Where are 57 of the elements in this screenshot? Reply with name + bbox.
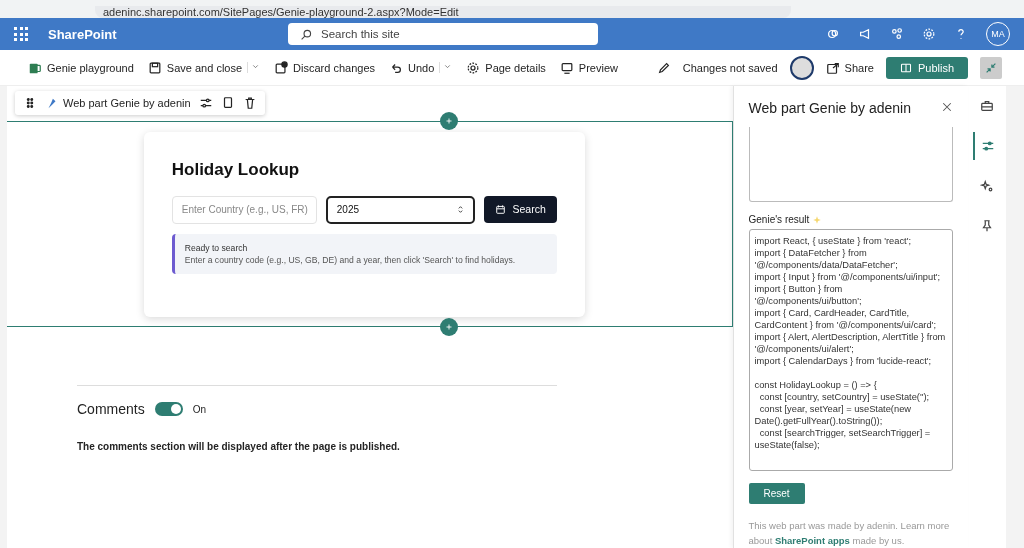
command-button[interactable]: Discard changes xyxy=(274,60,375,75)
app-name[interactable]: SharePoint xyxy=(48,26,288,42)
save-icon xyxy=(147,60,162,75)
share-nodes-icon xyxy=(890,27,904,41)
search-field[interactable]: Search this site xyxy=(288,23,598,45)
command-button[interactable]: Undo xyxy=(389,60,453,75)
app-launcher-icon[interactable] xyxy=(14,27,28,41)
search-icon xyxy=(300,27,313,41)
footer-text: This web part was made by adenin. Learn more about SharePoint apps made by us. xyxy=(748,519,951,548)
preview-icon xyxy=(559,60,574,75)
book-icon xyxy=(899,61,912,74)
command-button[interactable]: Genie playground xyxy=(28,60,134,75)
search-button[interactable]: Search xyxy=(484,195,557,223)
result-code-field[interactable]: import React, { useState } from 'react'; import { DataFetcher } from '@/components/data/DataFetcher'; import { Input } from '@/components/ui/input'; import { Button } from '@/components/ui/button'; import { Card, CardHeader, CardTitle, CardContent } from '@/components/ui/card'; import { Alert, AlertDescription, AlertTitle } from '@/components/ui/alert'; import { CalendarDays } from 'lucide-react'; const HolidayLookup = () => { const [country, setCountry] = useState(''); const [year, setYear] = useState(new Date().getFullYear().toString()); const [searchTrigger, setSearchTrigger] = useState(false); xyxy=(748,229,953,471)
caret-icon xyxy=(251,62,261,71)
caret-icon xyxy=(443,62,453,71)
share-button[interactable]: Share xyxy=(825,60,874,75)
webpart-selector[interactable]: Web part Genie by adenin xyxy=(45,96,191,110)
command-button[interactable]: Save and close xyxy=(147,60,261,75)
year-field[interactable]: 2025 xyxy=(325,195,476,224)
result-label: Genie's result xyxy=(748,214,810,225)
discard-icon xyxy=(274,60,289,75)
sliders-icon xyxy=(198,96,213,110)
sparkle-icon xyxy=(979,179,994,193)
calendar-icon xyxy=(495,203,507,215)
add-section-button[interactable] xyxy=(440,318,458,336)
alert-title: Ready to search xyxy=(184,242,249,253)
toggle-label: On xyxy=(192,403,207,415)
chat-icon xyxy=(826,27,840,41)
command-button[interactable]: Page details xyxy=(466,60,546,75)
alert-text: Enter a country code (e.g., US, GB, DE) and a year, then click 'Search' to find holidays. xyxy=(184,254,517,265)
pane-title: Web part Genie by adenin xyxy=(748,99,911,116)
comments-heading: Comments xyxy=(77,401,145,417)
collapse-button[interactable] xyxy=(980,56,1002,79)
prompt-field[interactable] xyxy=(748,127,953,202)
card-title: Holiday Lookup xyxy=(171,159,301,180)
add-section-button[interactable] xyxy=(440,112,458,130)
comments-toggle[interactable] xyxy=(154,402,183,416)
comments-note: The comments section will be displayed after the page is published. xyxy=(77,441,401,452)
gear-icon xyxy=(466,60,481,75)
sharepoint-apps-link[interactable]: SharePoint apps xyxy=(774,535,850,546)
save-status: Changes not saved xyxy=(682,61,778,74)
reset-button[interactable]: Reset xyxy=(748,483,805,504)
profile-picture[interactable] xyxy=(789,55,814,80)
publish-button[interactable]: Publish xyxy=(885,56,968,79)
country-field[interactable]: Enter Country (e.g., US, FR) xyxy=(171,195,317,224)
briefcase-icon xyxy=(979,99,994,113)
share-icon xyxy=(825,60,840,75)
sliders-icon xyxy=(980,139,995,153)
settings-icon xyxy=(922,27,936,41)
command-button[interactable]: Preview xyxy=(559,60,618,75)
url-text: adeninc.sharepoint.com/SitePages/Genie-playground-2.aspx?Mode=Edit xyxy=(95,6,791,18)
plus-icon xyxy=(444,322,454,332)
close-icon xyxy=(940,101,953,114)
pencil-icon xyxy=(656,60,671,75)
megaphone-icon xyxy=(858,27,872,41)
plus-icon xyxy=(444,116,454,126)
